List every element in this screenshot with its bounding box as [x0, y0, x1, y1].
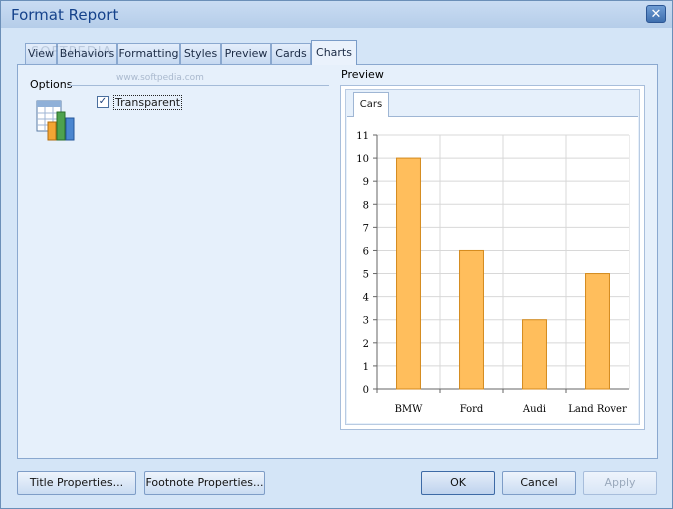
tab-cards[interactable]: Cards — [271, 43, 311, 64]
x-tick-label: Ford — [460, 404, 484, 415]
y-tick-label: 8 — [363, 200, 369, 211]
y-tick-label: 11 — [356, 131, 369, 142]
x-tick-label: Land Rover — [568, 404, 627, 415]
plot-right-edge — [629, 135, 630, 389]
y-tick-label: 7 — [363, 223, 369, 234]
title-properties-button[interactable]: Title Properties... — [17, 471, 136, 495]
y-tick-label: 1 — [363, 362, 369, 373]
bar — [585, 273, 610, 390]
check-icon: ✓ — [98, 96, 108, 107]
x-tick-label: BMW — [395, 404, 424, 415]
y-tick-label: 10 — [356, 154, 369, 165]
title-bar: Format Report ✕ — [1, 1, 672, 28]
options-divider — [69, 85, 329, 86]
ok-button[interactable]: OK — [421, 471, 495, 495]
y-tick-label: 3 — [363, 316, 369, 327]
preview-group-label: Preview — [341, 68, 384, 81]
x-tick-label: Audi — [522, 404, 546, 415]
tab-formatting[interactable]: Formatting — [117, 43, 180, 64]
close-button[interactable]: ✕ — [646, 5, 666, 23]
preview-tab-cars[interactable]: Cars — [353, 92, 389, 117]
window-title: Format Report — [11, 6, 119, 24]
cars-bar-chart: 0 1 2 3 4 5 6 7 8 9 10 11 BMW Ford Audi Land Rover — [356, 131, 630, 415]
transparent-label[interactable]: Transparent — [113, 95, 183, 110]
watermark: SOFTPEDIA — [31, 45, 113, 60]
tab-styles[interactable]: Styles — [180, 43, 221, 64]
y-tick-label: 0 — [363, 385, 369, 396]
transparent-checkbox[interactable]: ✓ — [97, 96, 109, 108]
footnote-properties-button[interactable]: Footnote Properties... — [144, 471, 265, 495]
y-tick-label: 4 — [363, 293, 369, 304]
close-icon: ✕ — [650, 7, 662, 22]
tab-preview[interactable]: Preview — [221, 43, 271, 64]
format-report-window: Format Report ✕ View Behaviors Formattin… — [0, 0, 673, 509]
options-group-label: Options — [30, 78, 73, 91]
bar — [396, 157, 421, 390]
bar — [522, 319, 547, 390]
y-tick-label: 5 — [363, 270, 369, 281]
cancel-button[interactable]: Cancel — [502, 471, 576, 495]
bar — [459, 249, 484, 390]
tab-charts[interactable]: Charts — [311, 40, 357, 65]
y-tick-label: 6 — [363, 246, 369, 257]
apply-button[interactable]: Apply — [583, 471, 657, 495]
chart-icon — [36, 100, 75, 141]
y-tick-label: 9 — [363, 177, 369, 188]
watermark-url: www.softpedia.com — [116, 73, 204, 83]
y-tick-label: 2 — [363, 339, 369, 350]
